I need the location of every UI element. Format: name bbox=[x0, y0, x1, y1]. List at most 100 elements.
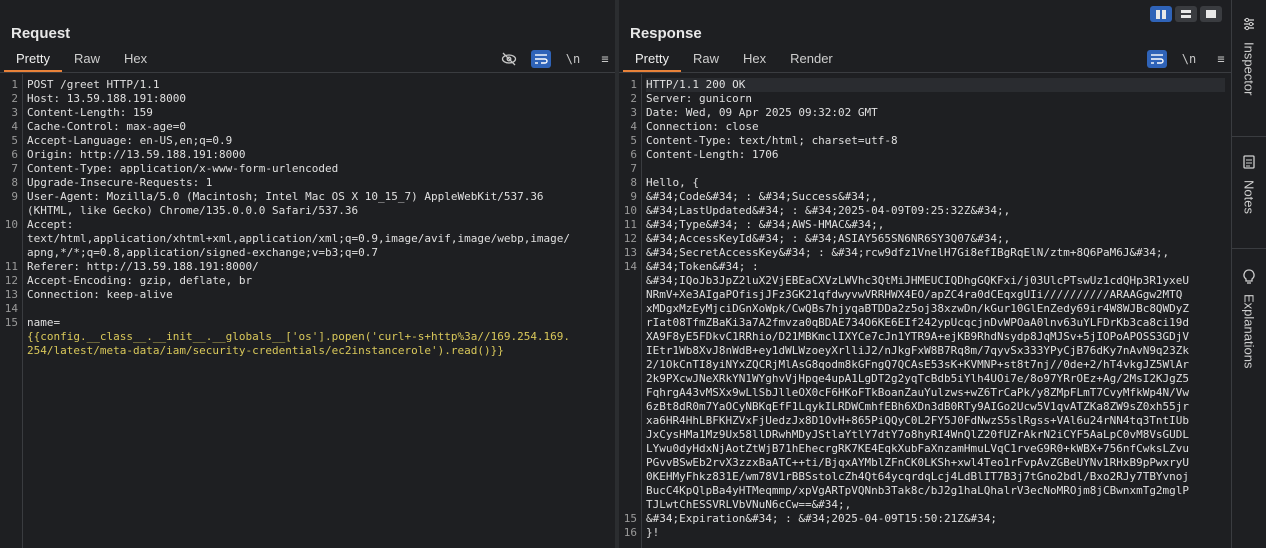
split-vertical-icon[interactable] bbox=[1150, 6, 1172, 22]
code-line[interactable]: LYwu0dyHdxNjAotZtWjB71hEhecrgRK7KE4EqkXu… bbox=[646, 442, 1225, 456]
request-tab-pretty[interactable]: Pretty bbox=[4, 48, 62, 72]
code-line[interactable]: Accept-Language: en-US,en;q=0.9 bbox=[27, 134, 609, 148]
code-line[interactable]: &#34;Token&#34; : bbox=[646, 260, 1225, 274]
code-line[interactable]: Cache-Control: max-age=0 bbox=[27, 120, 609, 134]
request-tab-raw[interactable]: Raw bbox=[62, 48, 112, 72]
sidebar-item-inspector[interactable]: Inspector bbox=[1232, 16, 1266, 95]
code-line[interactable]: &#34;SecretAccessKey&#34; : &#34;rcw9dfz… bbox=[646, 246, 1225, 260]
code-line[interactable]: 254/latest/meta-data/iam/security-creden… bbox=[27, 344, 609, 358]
line-number: 1 bbox=[630, 78, 637, 91]
line-number: 6 bbox=[630, 148, 637, 161]
response-tab-pretty[interactable]: Pretty bbox=[623, 48, 681, 72]
line-number: 1 bbox=[11, 78, 18, 91]
line-number: 12 bbox=[623, 232, 637, 245]
code-line[interactable]: POST /greet HTTP/1.1 bbox=[27, 78, 609, 92]
word-wrap-icon[interactable] bbox=[531, 50, 551, 68]
notes-icon bbox=[1241, 154, 1257, 170]
code-line[interactable]: JxCysHMa1Mz9Ux58llDRwhMDyJStlaYtlY7dtY7o… bbox=[646, 428, 1225, 442]
code-line[interactable]: &#34;Code&#34; : &#34;Success&#34;, bbox=[646, 190, 1225, 204]
line-number: 8 bbox=[630, 176, 637, 189]
code-line[interactable]: &#34;AccessKeyId&#34; : &#34;ASIAY565SN6… bbox=[646, 232, 1225, 246]
line-number: 11 bbox=[623, 218, 637, 231]
code-line[interactable]: (KHTML, like Gecko) Chrome/135.0.0.0 Saf… bbox=[27, 204, 609, 218]
response-editor[interactable]: 1 2 3 4 5 6 7 8 9 10 11 12 13 14 15 16 HTTP/1.1 200 OK S… bbox=[619, 74, 1231, 548]
code-line[interactable]: NRmV+Xe3AIgaPOfisjJFz3GK21qfdwyvwVRRHWX4… bbox=[646, 288, 1225, 302]
line-number: 15 bbox=[623, 512, 637, 525]
sidebar-item-explanations[interactable]: Explanations bbox=[1232, 268, 1266, 368]
request-tabs: Pretty Raw Hex bbox=[4, 48, 159, 72]
code-line[interactable]: Date: Wed, 09 Apr 2025 09:32:02 GMT bbox=[646, 106, 1225, 120]
code-line[interactable]: apng,*/*;q=0.8,application/signed-exchan… bbox=[27, 246, 609, 260]
code-line[interactable]: Connection: close bbox=[646, 120, 1225, 134]
line-number: 7 bbox=[630, 162, 637, 175]
code-line[interactable]: PGvvBSwEb2rvX3zzxBaATC++ti/BjqxAYMblZFnC… bbox=[646, 456, 1225, 470]
split-horizontal-icon[interactable] bbox=[1175, 6, 1197, 22]
response-tab-hex[interactable]: Hex bbox=[731, 48, 778, 72]
code-line[interactable]: Content-Type: application/x-www-form-url… bbox=[27, 162, 609, 176]
code-line[interactable]: xa6HR4HhLBFKHZVxFjUedzJx8D1OvH+865PiQQyC… bbox=[646, 414, 1225, 428]
line-number: 16 bbox=[623, 526, 637, 539]
code-line[interactable]: }! bbox=[646, 526, 1225, 540]
response-tab-render[interactable]: Render bbox=[778, 48, 845, 72]
line-number: 3 bbox=[11, 106, 18, 119]
line-number: 10 bbox=[623, 204, 637, 217]
sidebar-label-inspector: Inspector bbox=[1241, 42, 1257, 96]
code-line[interactable]: FqhrgA43vMSXx9wLlSbJlleOX0cF6HKoFTkBoanZ… bbox=[646, 386, 1225, 400]
code-line[interactable]: Accept-Encoding: gzip, deflate, br bbox=[27, 274, 609, 288]
request-title: Request bbox=[11, 25, 71, 42]
single-pane-icon[interactable] bbox=[1200, 6, 1222, 22]
inspector-icon bbox=[1241, 16, 1257, 32]
code-line[interactable]: &#34;Type&#34; : &#34;AWS-HMAC&#34;, bbox=[646, 218, 1225, 232]
sidebar-item-notes[interactable]: Notes bbox=[1232, 154, 1266, 214]
line-number: 11 bbox=[4, 260, 18, 273]
response-tab-raw[interactable]: Raw bbox=[681, 48, 731, 72]
code-line[interactable]: Upgrade-Insecure-Requests: 1 bbox=[27, 176, 609, 190]
line-number: 4 bbox=[630, 120, 637, 133]
code-line[interactable]: &#34;LastUpdated&#34; : &#34;2025-04-09T… bbox=[646, 204, 1225, 218]
line-number: 2 bbox=[630, 92, 637, 105]
newline-toggle[interactable]: \n bbox=[563, 50, 583, 68]
code-line[interactable]: XA9F8yE5FDkvC1RRhio/D21MBKmclIXYCe7cJn1Y… bbox=[646, 330, 1225, 344]
code-line[interactable]: {{config.__class__.__init__.__globals__[… bbox=[27, 330, 609, 344]
menu-icon[interactable]: ≡ bbox=[595, 50, 615, 68]
request-code[interactable]: POST /greet HTTP/1.1 Host: 13.59.188.191:… bbox=[27, 78, 609, 358]
newline-toggle[interactable]: \n bbox=[1179, 50, 1199, 68]
code-line[interactable]: 2/1OkCnTI8yiNYxZQCRjMlAsG8qodm8kGFngQ7QC… bbox=[646, 358, 1225, 372]
code-line[interactable]: Content-Length: 1706 bbox=[646, 148, 1225, 162]
hide-nonprintable-icon[interactable] bbox=[499, 50, 519, 68]
code-line[interactable]: Accept: bbox=[27, 218, 609, 232]
code-line[interactable]: 0KEHMyFhkz831E/wm78V1rBBSstolcZh4Qt64ycq… bbox=[646, 470, 1225, 484]
code-line[interactable]: rIat08TfmZBaKi3a7A2fmvza0qBDAE734O6KE6EI… bbox=[646, 316, 1225, 330]
code-line[interactable]: Host: 13.59.188.191:8000 bbox=[27, 92, 609, 106]
code-line[interactable]: Connection: keep-alive bbox=[27, 288, 609, 302]
code-line[interactable]: 6zBt8dR0m7YaOCyNBKqEfF1LqykILRDWCmhfEBh6… bbox=[646, 400, 1225, 414]
code-line[interactable]: User-Agent: Mozilla/5.0 (Macintosh; Inte… bbox=[27, 190, 609, 204]
request-tab-hex[interactable]: Hex bbox=[112, 48, 159, 72]
code-line[interactable]: Content-Type: text/html; charset=utf-8 bbox=[646, 134, 1225, 148]
code-line[interactable]: &#34;IQoJb3JpZ2luX2VjEBEaCXVzLWVhc3QtMiJ… bbox=[646, 274, 1225, 288]
code-line[interactable]: Hello, { bbox=[646, 176, 1225, 190]
code-line[interactable]: text/html,application/xhtml+xml,applicat… bbox=[27, 232, 609, 246]
code-line[interactable] bbox=[27, 302, 609, 316]
word-wrap-icon[interactable] bbox=[1147, 50, 1167, 68]
line-number: 10 bbox=[4, 218, 18, 231]
menu-icon[interactable]: ≡ bbox=[1211, 50, 1231, 68]
line-number: 13 bbox=[623, 246, 637, 259]
code-line[interactable]: 2k9PXcwJNeXRkYN1WYghvVjHpqe4upA1LgDT2g2y… bbox=[646, 372, 1225, 386]
code-line[interactable]: name= bbox=[27, 316, 609, 330]
code-line[interactable]: Origin: http://13.59.188.191:8000 bbox=[27, 148, 609, 162]
code-line[interactable]: HTTP/1.1 200 OK bbox=[646, 78, 1225, 92]
code-line[interactable]: BucC4KpQlpBa4yHTMeqmmp/xpVgARTpVQNnb3Tak… bbox=[646, 484, 1225, 498]
code-line[interactable]: IEtr1Wb8XvJ8nWdB+ey1dWLWzoeyXrlliJ2/nJkg… bbox=[646, 344, 1225, 358]
line-number: 15 bbox=[4, 316, 18, 329]
response-code[interactable]: HTTP/1.1 200 OK Server: gunicorn Date: Wed… bbox=[646, 78, 1225, 540]
code-line[interactable]: &#34;Expiration&#34; : &#34;2025-04-09T1… bbox=[646, 512, 1225, 526]
code-line[interactable]: Referer: http://13.59.188.191:8000/ bbox=[27, 260, 609, 274]
code-line[interactable]: TJLwtChESSVRLVbVNuN6cCw==&#34;, bbox=[646, 498, 1225, 512]
request-editor[interactable]: 1 2 3 4 5 6 7 8 9 10 11 12 13 14 15 POST /greet HTTP/1… bbox=[0, 74, 615, 548]
response-title: Response bbox=[630, 25, 702, 42]
code-line[interactable]: Content-Length: 159 bbox=[27, 106, 609, 120]
code-line[interactable]: Server: gunicorn bbox=[646, 92, 1225, 106]
code-line[interactable]: xMDgxMzEyMjciDGnXoWpk/CwQBs7hjyqaBTDDa2z… bbox=[646, 302, 1225, 316]
code-line[interactable] bbox=[646, 162, 1225, 176]
